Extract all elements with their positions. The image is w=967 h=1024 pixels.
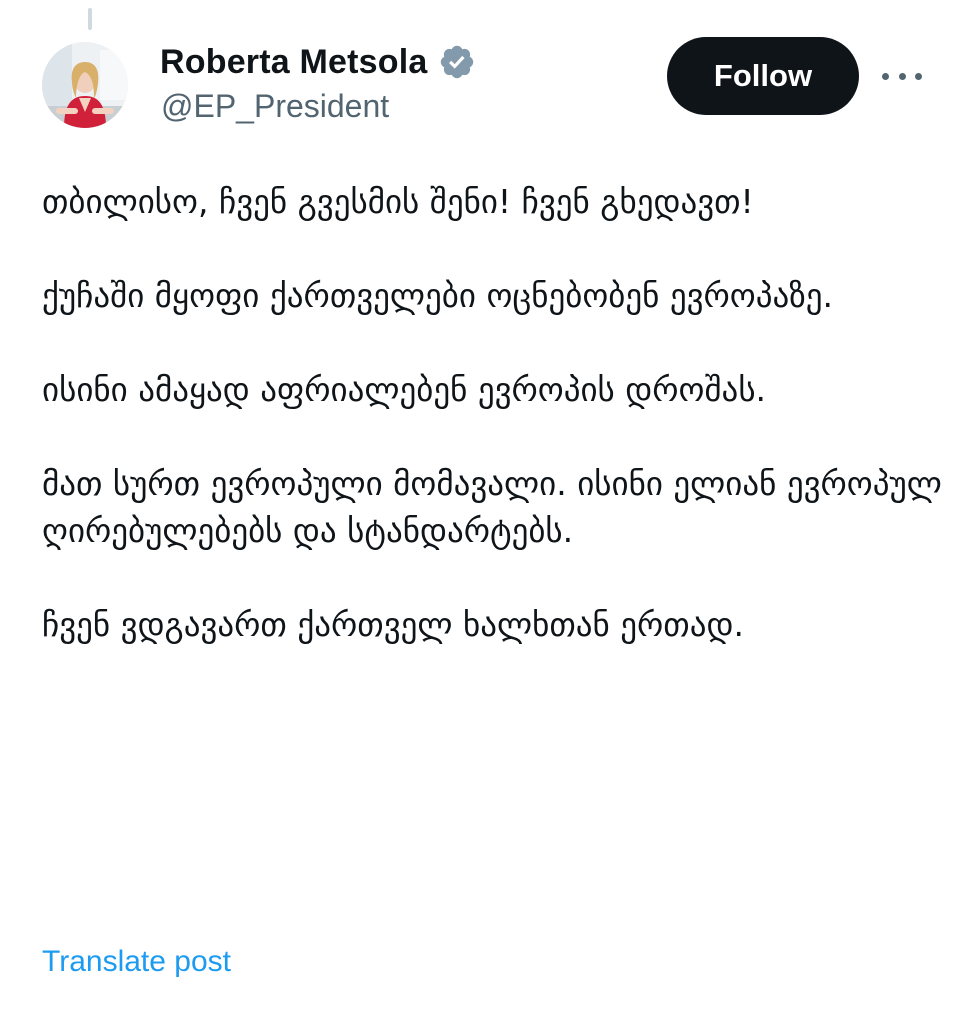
author-name-row: Roberta Metsola: [160, 40, 476, 84]
avatar[interactable]: [42, 42, 128, 128]
post-paragraph: მათ სურთ ევროპული მომავალი. ისინი ელიან …: [42, 464, 942, 550]
author-display-name[interactable]: Roberta Metsola: [160, 43, 428, 82]
author-handle[interactable]: @EP_President: [161, 88, 389, 125]
post-paragraph: თბილისო, ჩვენ გვესმის შენი! ჩვენ გხედავთ…: [42, 182, 754, 221]
post-paragraph: ქუჩაში მყოფი ქართველები ოცნებობენ ევროპა…: [42, 276, 834, 315]
dot: [882, 72, 889, 80]
post-text: თბილისო, ჩვენ გვესმის შენი! ჩვენ გხედავთ…: [42, 178, 947, 648]
profile-photo: [42, 42, 128, 128]
dot: [915, 72, 922, 80]
verified-badge-icon: [438, 43, 476, 81]
dot: [898, 72, 906, 80]
more-options-icon[interactable]: [882, 62, 922, 90]
post-paragraph: ისინი ამაყად აფრიალებენ ევროპის დროშას.: [42, 370, 767, 409]
follow-button[interactable]: Follow: [667, 37, 859, 115]
post-paragraph: ჩვენ ვდგავართ ქართველ ხალხთან ერთად.: [42, 605, 744, 644]
post-header: Roberta Metsola @EP_President Follow: [0, 0, 967, 150]
translate-post-link[interactable]: Translate post: [42, 945, 231, 979]
